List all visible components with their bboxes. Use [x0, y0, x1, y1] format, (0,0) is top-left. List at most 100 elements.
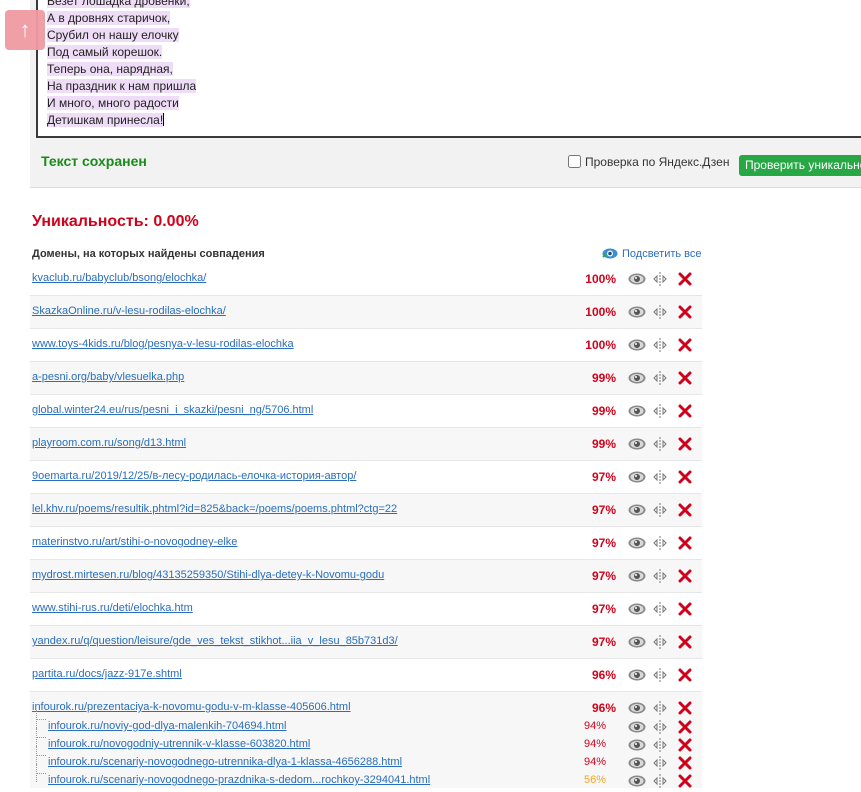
compare-icon[interactable] — [652, 338, 668, 352]
eye-icon[interactable] — [628, 438, 646, 450]
poem-line: Везет лошадка дровенки, — [47, 0, 196, 10]
eye-icon[interactable] — [628, 636, 646, 648]
result-row: playroom.com.ru/song/d13.html 99% — [30, 428, 702, 461]
result-link[interactable]: a-pesni.org/baby/vlesuelka.php — [32, 371, 184, 383]
match-percent: 97% — [591, 635, 616, 649]
result-link[interactable]: 9oemarta.ru/2019/12/25/в-лесу-родилась-е… — [32, 470, 356, 482]
result-link[interactable]: global.winter24.eu/rus/pesni_i_skazki/pe… — [32, 404, 313, 416]
poem-line: Под самый корешок. — [47, 45, 163, 59]
results-list: kvaclub.ru/babyclub/bsong/elochka/ 100% … — [30, 263, 702, 788]
result-row: mydrost.mirtesen.ru/blog/43135259350/Sti… — [30, 560, 702, 593]
row-actions — [616, 667, 692, 683]
delete-icon[interactable] — [678, 668, 692, 682]
result-row: a-pesni.org/baby/vlesuelka.php 99% — [30, 362, 702, 395]
result-link[interactable]: www.toys-4kids.ru/blog/pesnya-v-lesu-rod… — [32, 338, 294, 350]
sub-result-link[interactable]: infourok.ru/scenariy-novogodnego-prazdni… — [48, 774, 430, 786]
eye-icon[interactable] — [628, 775, 646, 787]
eye-icon[interactable] — [628, 372, 646, 384]
highlight-all-link[interactable]: Подсветить все — [602, 248, 702, 260]
result-row: global.winter24.eu/rus/pesni_i_skazki/pe… — [30, 395, 702, 428]
domains-heading: Домены, на которых найдены совпадения — [32, 248, 265, 260]
eye-icon[interactable] — [628, 306, 646, 318]
delete-icon[interactable] — [678, 470, 692, 484]
result-link[interactable]: www.stihi-rus.ru/deti/elochka.htm — [32, 602, 193, 614]
result-link[interactable]: kvaclub.ru/babyclub/bsong/elochka/ — [32, 272, 206, 284]
result-row: SkazkaOnline.ru/v-lesu-rodilas-elochka/ … — [30, 296, 702, 329]
row-actions — [616, 337, 692, 353]
match-percent: 99% — [591, 404, 616, 418]
row-actions — [616, 469, 692, 485]
row-actions — [616, 568, 692, 584]
row-actions — [616, 304, 692, 320]
row-actions — [616, 535, 692, 551]
compare-icon[interactable] — [652, 437, 668, 451]
delete-icon[interactable] — [678, 774, 692, 788]
delete-icon[interactable] — [678, 569, 692, 583]
delete-icon[interactable] — [678, 371, 692, 385]
compare-icon[interactable] — [652, 569, 668, 583]
eye-icon[interactable] — [628, 405, 646, 417]
compare-icon[interactable] — [652, 774, 668, 788]
compare-icon[interactable] — [652, 404, 668, 418]
poem-line: Детишкам принесла! — [47, 113, 165, 127]
compare-icon[interactable] — [652, 503, 668, 517]
result-link[interactable]: lel.khv.ru/poems/resultik.phtml?id=825&b… — [32, 503, 397, 515]
dzen-check-option[interactable]: Проверка по Яндекс.Дзен — [568, 155, 729, 169]
sub-result-row: infourok.ru/noviy-god-dlya-malenkih-7046… — [30, 710, 702, 734]
eye-icon[interactable] — [628, 339, 646, 351]
compare-icon[interactable] — [652, 536, 668, 550]
eye-icon[interactable] — [628, 570, 646, 582]
sub-result-row: infourok.ru/novogodniy-utrennik-v-klasse… — [30, 728, 702, 752]
result-row: kvaclub.ru/babyclub/bsong/elochka/ 100% — [30, 263, 702, 296]
eye-icon[interactable] — [628, 537, 646, 549]
eye-icon[interactable] — [628, 603, 646, 615]
delete-icon[interactable] — [678, 272, 692, 286]
sub-result-row: infourok.ru/scenariy-novogodnego-utrenni… — [30, 746, 702, 770]
match-percent: 96% — [591, 668, 616, 682]
result-row: partita.ru/docs/jazz-917e.shtml 96% — [30, 659, 702, 692]
delete-icon[interactable] — [678, 635, 692, 649]
tree-connector — [36, 764, 46, 782]
check-uniqueness-button[interactable]: Проверить уникальность — [739, 155, 861, 176]
poem-line: Срубил он нашу елочку — [47, 28, 179, 42]
delete-icon[interactable] — [678, 503, 692, 517]
row-actions — [616, 271, 692, 287]
text-caret — [163, 113, 165, 126]
result-link[interactable]: partita.ru/docs/jazz-917e.shtml — [32, 668, 182, 680]
scroll-up-button[interactable]: ↑ — [5, 10, 45, 50]
result-link[interactable]: playroom.com.ru/song/d13.html — [32, 437, 186, 449]
compare-icon[interactable] — [652, 371, 668, 385]
eye-icon[interactable] — [628, 669, 646, 681]
delete-icon[interactable] — [678, 404, 692, 418]
tree-connector — [36, 710, 46, 728]
delete-icon[interactable] — [678, 602, 692, 616]
delete-icon[interactable] — [678, 536, 692, 550]
result-row: 9oemarta.ru/2019/12/25/в-лесу-родилась-е… — [30, 461, 702, 494]
result-link[interactable]: yandex.ru/q/question/leisure/gde_ves_tek… — [32, 635, 398, 647]
row-actions — [616, 634, 692, 650]
compare-icon[interactable] — [652, 470, 668, 484]
match-percent: 97% — [591, 569, 616, 583]
compare-icon[interactable] — [652, 668, 668, 682]
result-row: www.toys-4kids.ru/blog/pesnya-v-lesu-rod… — [30, 329, 702, 362]
eye-icon[interactable] — [628, 471, 646, 483]
result-link[interactable]: SkazkaOnline.ru/v-lesu-rodilas-elochka/ — [32, 305, 226, 317]
delete-icon[interactable] — [678, 437, 692, 451]
row-actions — [616, 773, 692, 789]
eye-icon[interactable] — [628, 273, 646, 285]
compare-icon[interactable] — [652, 602, 668, 616]
compare-icon[interactable] — [652, 305, 668, 319]
compare-icon[interactable] — [652, 272, 668, 286]
poem-line: Теперь она, нарядная, — [47, 62, 173, 76]
delete-icon[interactable] — [678, 305, 692, 319]
row-actions — [616, 403, 692, 419]
text-editor[interactable]: Везет лошадка дровенки, А в дровнях стар… — [36, 0, 861, 138]
dzen-checkbox[interactable] — [568, 155, 581, 168]
compare-icon[interactable] — [652, 635, 668, 649]
delete-icon[interactable] — [678, 338, 692, 352]
eye-icon[interactable] — [628, 504, 646, 516]
result-row: lel.khv.ru/poems/resultik.phtml?id=825&b… — [30, 494, 702, 527]
result-link[interactable]: mydrost.mirtesen.ru/blog/43135259350/Sti… — [32, 569, 384, 581]
result-link[interactable]: materinstvo.ru/art/stihi-o-novogodney-el… — [32, 536, 237, 548]
match-percent: 99% — [591, 437, 616, 451]
